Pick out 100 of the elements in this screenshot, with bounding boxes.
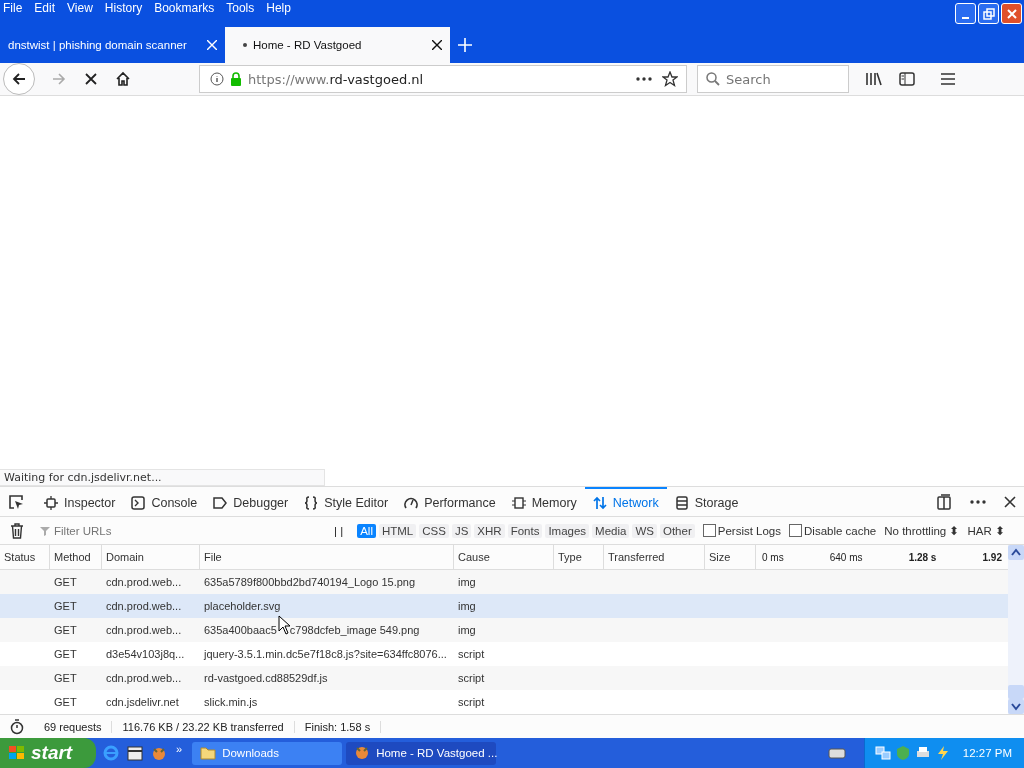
scroll-thumb[interactable] <box>1008 685 1024 699</box>
menu-item[interactable]: History <box>104 1 143 15</box>
dock-icon[interactable] <box>936 493 952 510</box>
menu-item[interactable]: Tools <box>226 1 255 15</box>
table-cell: 635a5789f800bbd2bd740194_Logo 15.png <box>204 576 416 588</box>
devtools-tab[interactable]: Inspector <box>36 487 124 516</box>
column-header[interactable]: Method <box>50 545 102 569</box>
close-button[interactable] <box>1001 3 1022 24</box>
address-bar[interactable]: https://www.rd-vastgoed.nl <box>199 65 687 93</box>
table-cell: cdn.prod.web... <box>106 600 182 612</box>
table-cell: script <box>458 696 485 708</box>
film-icon[interactable] <box>126 744 144 762</box>
star-icon[interactable] <box>662 71 678 87</box>
table-cell: GET <box>54 648 77 660</box>
minimize-button[interactable] <box>955 3 976 24</box>
minimize-icon <box>962 16 969 19</box>
type-filter-button[interactable]: JS <box>451 523 472 538</box>
finish-time: Finish: 1.58 s <box>294 720 382 733</box>
devtools-tab[interactable]: Console <box>123 487 206 516</box>
filter-input[interactable]: Filter URLs <box>54 524 254 537</box>
restore-icon <box>982 7 995 20</box>
browser-tab[interactable]: Home - RD Vastgoed <box>225 27 450 63</box>
request-row[interactable]: GET cdn.prod.web... 635a5789f800bbd2bd740194_Logo 15.png img <box>0 570 1008 594</box>
tag-icon <box>213 495 228 510</box>
search-field[interactable]: Search <box>697 65 849 93</box>
table-cell: cdn.jsdelivr.net <box>106 696 179 708</box>
type-filter-button[interactable]: WS <box>632 523 657 538</box>
timeline-tick: 0 ms <box>762 551 784 563</box>
new-tab-icon[interactable] <box>458 38 472 52</box>
column-header[interactable]: File <box>200 545 454 569</box>
type-filter-button[interactable]: All <box>357 523 376 538</box>
sidebar-icon[interactable] <box>899 71 915 87</box>
checkbox-option[interactable]: Disable cache <box>789 524 877 537</box>
table-cell: rd-vastgoed.cd88529df.js <box>204 672 328 684</box>
start-button[interactable]: start <box>0 738 96 768</box>
column-header[interactable]: Type <box>554 545 604 569</box>
info-icon[interactable] <box>210 72 224 86</box>
element-picker-icon[interactable] <box>8 493 24 510</box>
column-header[interactable]: Cause <box>454 545 554 569</box>
type-filter-button[interactable]: Other <box>659 523 695 538</box>
more-button[interactable]: » <box>176 743 183 755</box>
network-icon[interactable] <box>874 745 891 761</box>
column-header[interactable]: Transferred <box>604 545 705 569</box>
pause-button[interactable]: | | <box>334 524 344 537</box>
search-input[interactable]: Search <box>726 71 826 87</box>
back-button[interactable] <box>3 63 35 95</box>
trash-icon[interactable] <box>10 522 24 539</box>
checkbox[interactable] <box>789 524 802 537</box>
type-filter-button[interactable]: HTML <box>378 523 417 538</box>
url-text: https://www.rd-vastgoed.nl <box>248 71 425 87</box>
taskbar-button[interactable]: Home - RD Vastgoed ... <box>346 741 497 765</box>
column-header[interactable]: Size <box>705 545 756 569</box>
close-icon[interactable] <box>1004 495 1016 508</box>
column-header[interactable]: Domain <box>102 545 200 569</box>
table-cell: cdn.prod.web... <box>106 672 182 684</box>
type-filter-button[interactable]: XHR <box>474 523 505 538</box>
menu-item[interactable]: Bookmarks <box>154 1 215 15</box>
padlock-icon[interactable] <box>230 72 242 86</box>
filter-field[interactable]: Filter URLs <box>34 524 330 537</box>
type-filter-button[interactable]: Fonts <box>507 523 543 538</box>
browser-tab[interactable]: dnstwist | phishing domain scanner <box>0 27 225 63</box>
type-filter-button[interactable]: Images <box>545 523 590 538</box>
devtools-tab[interactable]: Debugger <box>205 487 297 516</box>
checkbox-label: Disable cache <box>804 524 877 537</box>
chip-icon <box>511 495 526 510</box>
devtools-tab[interactable]: Memory <box>503 487 585 516</box>
menu-item[interactable]: View <box>67 1 93 15</box>
more-icon[interactable] <box>970 499 986 504</box>
request-row[interactable]: GET d3e54v103j8q... jquery-3.5.1.min.dc5e7f18c8.js?site=634ffc8076... script <box>0 642 1008 666</box>
restore-button[interactable] <box>978 3 999 24</box>
checkbox[interactable] <box>702 524 716 537</box>
request-row[interactable]: GET cdn.jsdelivr.net slick.min.js script <box>0 690 1008 714</box>
type-filter-button[interactable]: Media <box>592 523 630 538</box>
menu-item[interactable]: Edit <box>34 1 56 15</box>
type-filter-button[interactable]: CSS <box>419 523 449 538</box>
menu-item[interactable]: File <box>3 1 23 15</box>
square-icon <box>44 495 58 510</box>
har-select[interactable]: HAR ⬍ <box>967 523 1005 538</box>
request-row[interactable]: GET cdn.prod.web... 635a400baac5 c798dcfeb_image 549.png img <box>0 618 1008 642</box>
devtools-tab[interactable]: Storage <box>666 487 747 516</box>
menu-item[interactable]: Help <box>266 1 291 15</box>
column-header[interactable]: Status <box>0 545 50 569</box>
stop-icon[interactable] <box>83 71 99 87</box>
close-tab-icon[interactable] <box>432 40 442 50</box>
menu-icon[interactable] <box>941 73 955 85</box>
home-icon[interactable] <box>115 71 131 87</box>
mouse-pointer-icon <box>278 615 291 635</box>
windows-flag-icon <box>8 745 26 761</box>
table-cell: script <box>458 648 485 660</box>
taskbar-button[interactable]: Downloads <box>192 741 343 765</box>
table-cell: GET <box>54 576 77 588</box>
devtools-tab[interactable]: Performance <box>396 487 504 516</box>
library-icon[interactable] <box>865 71 883 87</box>
throttling-select[interactable]: No throttling ⬍ <box>884 523 960 538</box>
scrollbar[interactable] <box>1008 545 1024 714</box>
request-row[interactable]: GET cdn.prod.web... rd-vastgoed.cd88529df.js script <box>0 666 1008 690</box>
checkbox-option[interactable]: Persist Logs <box>702 524 781 537</box>
request-row[interactable]: GET cdn.prod.web... placeholder.svg img <box>0 594 1008 618</box>
search-icon <box>706 72 720 86</box>
devtools-tab[interactable]: Style Editor <box>296 487 397 516</box>
